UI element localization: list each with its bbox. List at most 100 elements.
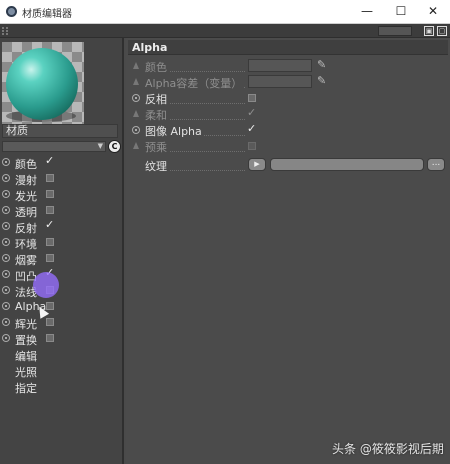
window-title: 材质编辑器 <box>22 9 72 20</box>
channel-label: 辉光 <box>15 318 37 331</box>
toolbar: ◀ ▣ ▢ <box>0 24 450 38</box>
animate-indicator-icon[interactable] <box>132 126 140 134</box>
channel-radio[interactable] <box>2 302 10 310</box>
channel-row-glow[interactable]: 辉光 <box>0 315 122 331</box>
prop-label: 柔和 <box>145 107 169 123</box>
material-preview[interactable] <box>2 42 84 124</box>
channel-checkbox[interactable] <box>46 302 54 310</box>
channel-checkbox[interactable]: ✓ <box>45 219 54 230</box>
channel-radio[interactable] <box>2 254 10 262</box>
channel-checkbox[interactable] <box>46 174 54 182</box>
channel-row-alpha[interactable]: Alpha <box>0 299 122 314</box>
channel-label: 光照 <box>15 366 37 379</box>
channel-radio[interactable] <box>2 222 10 230</box>
channel-row-editor[interactable]: 编辑 <box>0 347 122 363</box>
premultiplied-checkbox[interactable] <box>248 142 256 150</box>
prop-color: 颜色 ✎ <box>130 58 448 75</box>
channel-row-luminance[interactable]: 发光 <box>0 187 122 203</box>
cursor-highlight <box>33 272 59 298</box>
prop-label: 预乘 <box>145 139 169 155</box>
animate-indicator-icon[interactable] <box>133 110 139 117</box>
channel-checkbox[interactable] <box>46 318 54 326</box>
chevron-down-icon: ▼ <box>97 142 103 150</box>
channel-radio[interactable] <box>2 174 10 182</box>
channel-label: 指定 <box>15 382 37 395</box>
prop-image-alpha: 图像 Alpha ✓ <box>130 122 448 139</box>
minimize-button[interactable]: — <box>350 0 384 24</box>
close-button[interactable]: ✕ <box>416 0 450 24</box>
channel-label: 反射 <box>15 222 37 235</box>
channel-row-reflectance[interactable]: 反射 ✓ <box>0 219 122 235</box>
window-titlebar: 材质编辑器 — ☐ ✕ <box>0 0 450 24</box>
channel-row-diffusion[interactable]: 漫射 <box>0 171 122 187</box>
renderer-icon[interactable]: C <box>108 140 121 153</box>
texture-browse-button[interactable]: ... <box>427 158 445 171</box>
channel-checkbox[interactable] <box>46 206 54 214</box>
prop-premultiplied: 预乘 <box>130 138 448 155</box>
channel-radio[interactable] <box>2 238 10 246</box>
channel-row-assign[interactable]: 指定 <box>0 379 122 395</box>
channel-checkbox[interactable]: ✓ <box>45 155 54 166</box>
prop-label: 纹理 <box>145 158 169 174</box>
new-window-icon[interactable]: ▢ <box>437 26 447 36</box>
material-name-field[interactable]: 材质 <box>2 124 118 138</box>
lock-icon[interactable]: ▣ <box>424 26 434 36</box>
soft-checkbox[interactable]: ✓ <box>247 107 256 119</box>
animate-indicator-icon[interactable] <box>133 142 139 149</box>
channel-radio[interactable] <box>2 270 10 278</box>
animate-indicator-icon[interactable] <box>132 94 140 102</box>
channel-row-color[interactable]: 颜色 ✓ <box>0 155 122 171</box>
channel-label: 漫射 <box>15 174 37 187</box>
channel-row-environment[interactable]: 环境 <box>0 235 122 251</box>
maximize-button[interactable]: ☐ <box>384 0 418 24</box>
cinema4d-app-icon <box>6 6 17 17</box>
invert-checkbox[interactable] <box>248 94 256 102</box>
channel-row-displacement[interactable]: 置换 <box>0 331 122 347</box>
prop-label: 反相 <box>145 91 169 107</box>
prop-alpha-tolerance: Alpha容差（变量） ✎ <box>130 74 448 91</box>
texture-menu-button[interactable]: ▶ <box>248 158 266 171</box>
channel-radio[interactable] <box>2 206 10 214</box>
channel-row-fog[interactable]: 烟雾 <box>0 251 122 267</box>
navigation-history-field[interactable] <box>378 26 412 36</box>
channel-radio[interactable] <box>2 286 10 294</box>
channel-row-bump[interactable]: 凹凸 ✓ <box>0 267 122 283</box>
image-alpha-checkbox[interactable]: ✓ <box>247 123 256 135</box>
channel-label: 编辑 <box>15 350 37 363</box>
eyedropper-icon[interactable]: ✎ <box>317 59 326 71</box>
channel-panel: 材质 ▼ C 颜色 ✓ 漫射 发光 透明 反射 ✓ 环境 烟雾 凹凸 法线 Al… <box>0 38 124 464</box>
channel-label: 透明 <box>15 206 37 219</box>
channel-radio[interactable] <box>2 334 10 342</box>
channel-row-illumination[interactable]: 光照 <box>0 363 122 379</box>
prop-label: Alpha容差（变量） <box>145 75 245 91</box>
channel-row-normal[interactable]: 法线 <box>0 283 122 299</box>
channel-label: 环境 <box>15 238 37 251</box>
channel-label: 颜色 <box>15 158 37 171</box>
prop-soft: 柔和 ✓ <box>130 106 448 123</box>
grip-icon[interactable] <box>2 27 8 35</box>
channel-radio[interactable] <box>2 190 10 198</box>
animate-indicator-icon[interactable] <box>133 78 139 85</box>
channel-checkbox[interactable] <box>46 254 54 262</box>
alpha-tolerance-field[interactable] <box>248 75 312 88</box>
prop-invert: 反相 <box>130 90 448 107</box>
channel-radio[interactable] <box>2 318 10 326</box>
animate-indicator-icon[interactable] <box>133 62 139 69</box>
texture-slot-field[interactable] <box>270 158 424 171</box>
color-swatch-field[interactable] <box>248 59 312 72</box>
eyedropper-icon[interactable]: ✎ <box>317 75 326 87</box>
channel-checkbox[interactable] <box>46 190 54 198</box>
material-preview-sphere <box>6 48 78 120</box>
prop-label: 图像 Alpha <box>145 123 204 139</box>
prop-texture: 纹理 ▶ ... <box>130 157 448 174</box>
channel-checkbox[interactable] <box>46 334 54 342</box>
channel-label: 烟雾 <box>15 254 37 267</box>
channel-checkbox[interactable] <box>46 238 54 246</box>
section-title: Alpha <box>128 40 448 55</box>
watermark-text: 头条 @筱筱影视后期 <box>332 442 444 456</box>
material-combo[interactable]: ▼ <box>2 141 106 152</box>
channel-label: 发光 <box>15 190 37 203</box>
channel-radio[interactable] <box>2 158 10 166</box>
channel-row-transparency[interactable]: 透明 <box>0 203 122 219</box>
channel-label: 置换 <box>15 334 37 347</box>
